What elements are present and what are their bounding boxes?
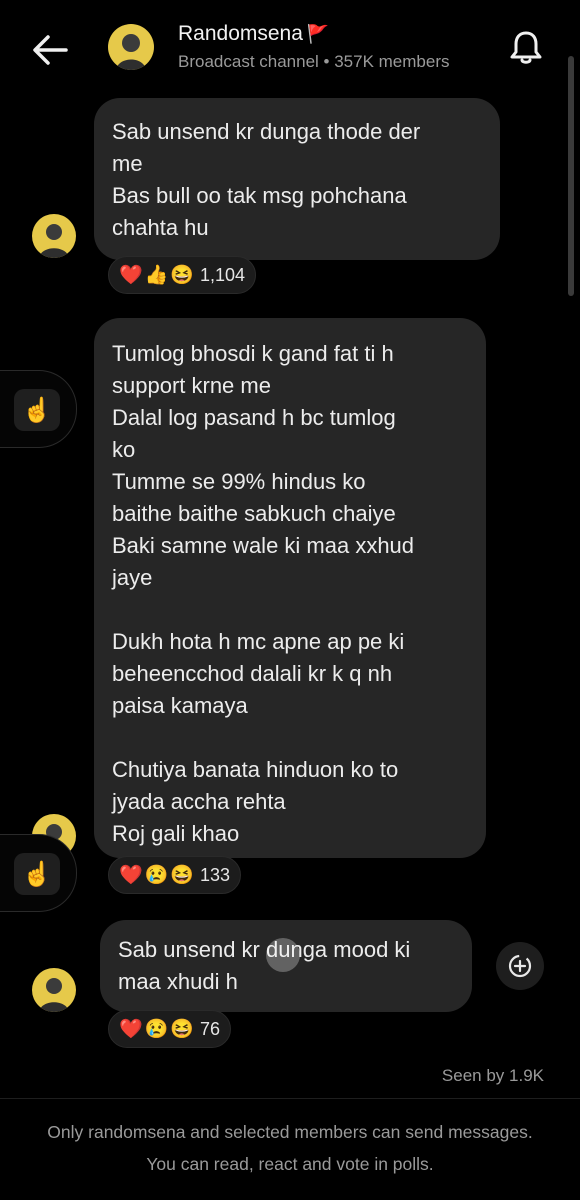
- reactions-bar[interactable]: ❤️ 😢 😆 76: [108, 1010, 232, 1048]
- tap-gesture-icon: ☝: [14, 389, 60, 431]
- message-bubble[interactable]: Tumlog bhosdi k gand fat ti h support kr…: [94, 318, 486, 858]
- forward-icon: [508, 954, 532, 978]
- back-arrow-icon[interactable]: [28, 28, 72, 72]
- flag-icon: 🚩: [306, 24, 330, 44]
- touch-indicator: [266, 938, 300, 972]
- sender-avatar[interactable]: [32, 968, 76, 1012]
- side-floating-button[interactable]: ☝: [0, 834, 77, 912]
- broadcast-notice: Only randomsena and selected members can…: [47, 1122, 533, 1174]
- side-floating-button[interactable]: ☝: [0, 370, 77, 448]
- seen-count[interactable]: Seen by 1.9K: [442, 1066, 544, 1086]
- reactions-bar[interactable]: ❤️ 👍 😆 1,104: [108, 256, 257, 294]
- heart-icon: ❤️: [119, 265, 143, 286]
- thumbs-up-icon: 👍: [144, 265, 169, 286]
- reaction-count: 1,104: [200, 264, 246, 285]
- crying-icon: 😢: [144, 1019, 169, 1040]
- channel-header: Randomsena 🚩 Broadcast channel • 357K mem…: [0, 0, 580, 96]
- heart-icon: ❤️: [119, 865, 143, 886]
- forward-button[interactable]: [496, 942, 544, 990]
- divider: [0, 1098, 580, 1099]
- message-bubble[interactable]: Sab unsend kr dunga thode der me Bas bul…: [94, 98, 500, 260]
- scrollbar[interactable]: [568, 56, 574, 296]
- crying-icon: 😢: [144, 865, 169, 886]
- laughing-icon: 😆: [170, 865, 195, 886]
- heart-icon: ❤️: [119, 1019, 143, 1040]
- reaction-count: 76: [200, 1018, 221, 1039]
- sender-avatar[interactable]: [32, 214, 76, 258]
- laughing-icon: 😆: [170, 265, 195, 286]
- bell-icon[interactable]: [506, 28, 546, 68]
- channel-subtitle[interactable]: Broadcast channel • 357K members: [178, 52, 488, 72]
- laughing-icon: 😆: [170, 1019, 195, 1040]
- channel-avatar[interactable]: [108, 24, 154, 70]
- reaction-count: 133: [200, 864, 231, 885]
- reactions-bar[interactable]: ❤️ 😢 😆 133: [108, 856, 242, 894]
- channel-title[interactable]: Randomsena 🚩: [178, 22, 329, 46]
- tap-gesture-icon: ☝: [14, 853, 60, 895]
